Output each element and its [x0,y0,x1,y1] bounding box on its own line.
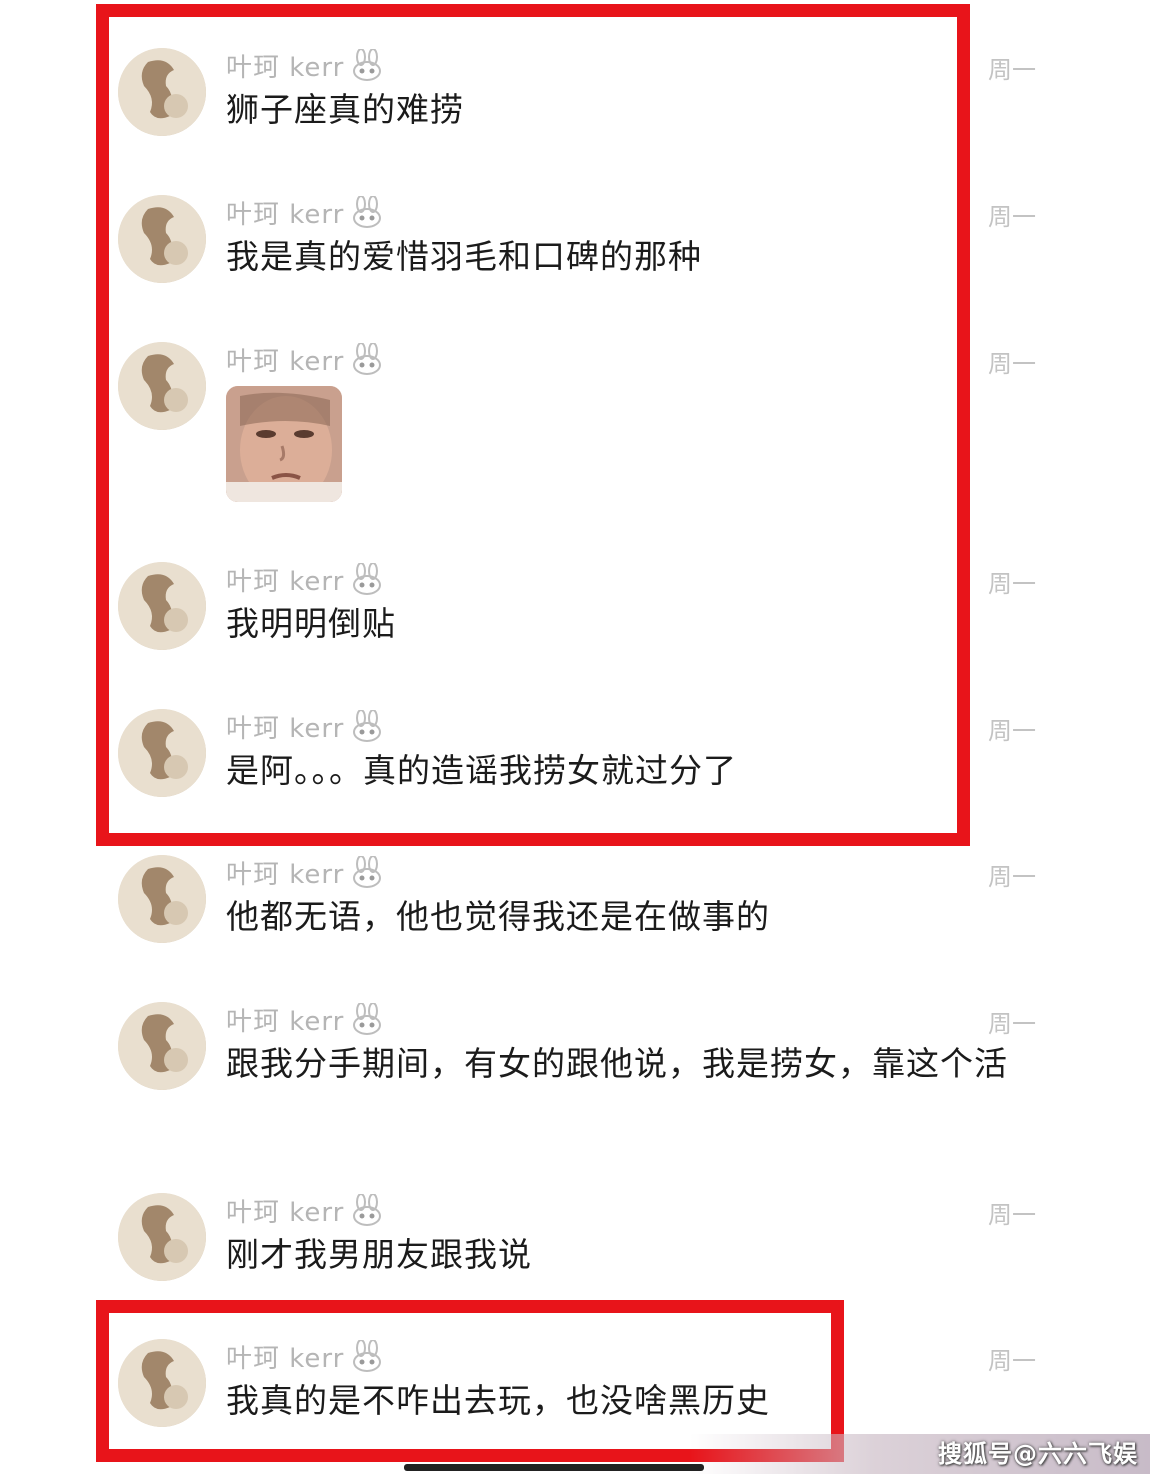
avatar[interactable] [118,709,206,797]
sender-row: 叶珂 kerr [226,709,384,744]
avatar[interactable] [118,195,206,283]
avatar[interactable] [118,48,206,136]
watermark: 搜狐号@六六飞娱 [938,1440,1138,1468]
message-time: 周一 [988,1347,1036,1375]
sender-row: 叶珂 kerr [226,195,384,230]
message-text[interactable]: 我是真的爱惜羽毛和口碑的那种 [226,235,1056,279]
sender-name: 叶珂 kerr [226,1343,345,1374]
sender-name: 叶珂 kerr [226,713,345,744]
sender-name: 叶珂 kerr [226,199,345,230]
message-time: 周一 [988,570,1036,598]
face-sticker[interactable] [226,386,342,502]
sender-name: 叶珂 kerr [226,346,345,377]
message-text[interactable]: 他都无语，他也觉得我还是在做事的 [226,895,1056,939]
sender-name: 叶珂 kerr [226,566,345,597]
message-text[interactable]: 是阿。。。真的造谣我捞女就过分了 [226,749,1056,793]
sender-row: 叶珂 kerr [226,342,384,377]
bunny-icon [350,1340,384,1372]
message-text[interactable]: 我明明倒贴 [226,602,1056,646]
message-time: 周一 [988,717,1036,745]
sender-name: 叶珂 kerr [226,1197,345,1228]
avatar[interactable] [118,562,206,650]
sender-row: 叶珂 kerr [226,1193,384,1228]
message-time: 周一 [988,350,1036,378]
sender-row: 叶珂 kerr [226,48,384,83]
bunny-icon [350,343,384,375]
sender-name: 叶珂 kerr [226,1006,345,1037]
message-time: 周一 [988,203,1036,231]
home-indicator [404,1464,704,1471]
bunny-icon [350,710,384,742]
bunny-icon [350,1003,384,1035]
avatar[interactable] [118,855,206,943]
avatar[interactable] [118,342,206,430]
message-time: 周一 [988,1201,1036,1229]
bunny-icon [350,1194,384,1226]
sender-row: 叶珂 kerr [226,1002,384,1037]
message-time: 周一 [988,863,1036,891]
sender-row: 叶珂 kerr [226,1339,384,1374]
message-time: 周一 [988,56,1036,84]
message-text[interactable]: 跟我分手期间，有女的跟他说，我是捞女，靠这个活 [226,1042,1056,1086]
message-text[interactable]: 刚才我男朋友跟我说 [226,1233,1056,1277]
message-text[interactable]: 我真的是不咋出去玩，也没啥黑历史 [226,1379,1056,1423]
bunny-icon [350,49,384,81]
avatar[interactable] [118,1002,206,1090]
bunny-icon [350,196,384,228]
message-time: 周一 [988,1010,1036,1038]
bunny-icon [350,856,384,888]
bunny-icon [350,563,384,595]
avatar[interactable] [118,1339,206,1427]
sender-row: 叶珂 kerr [226,562,384,597]
message-text[interactable]: 狮子座真的难捞 [226,88,1056,132]
sender-name: 叶珂 kerr [226,52,345,83]
sender-name: 叶珂 kerr [226,859,345,890]
sender-row: 叶珂 kerr [226,855,384,890]
avatar[interactable] [118,1193,206,1281]
